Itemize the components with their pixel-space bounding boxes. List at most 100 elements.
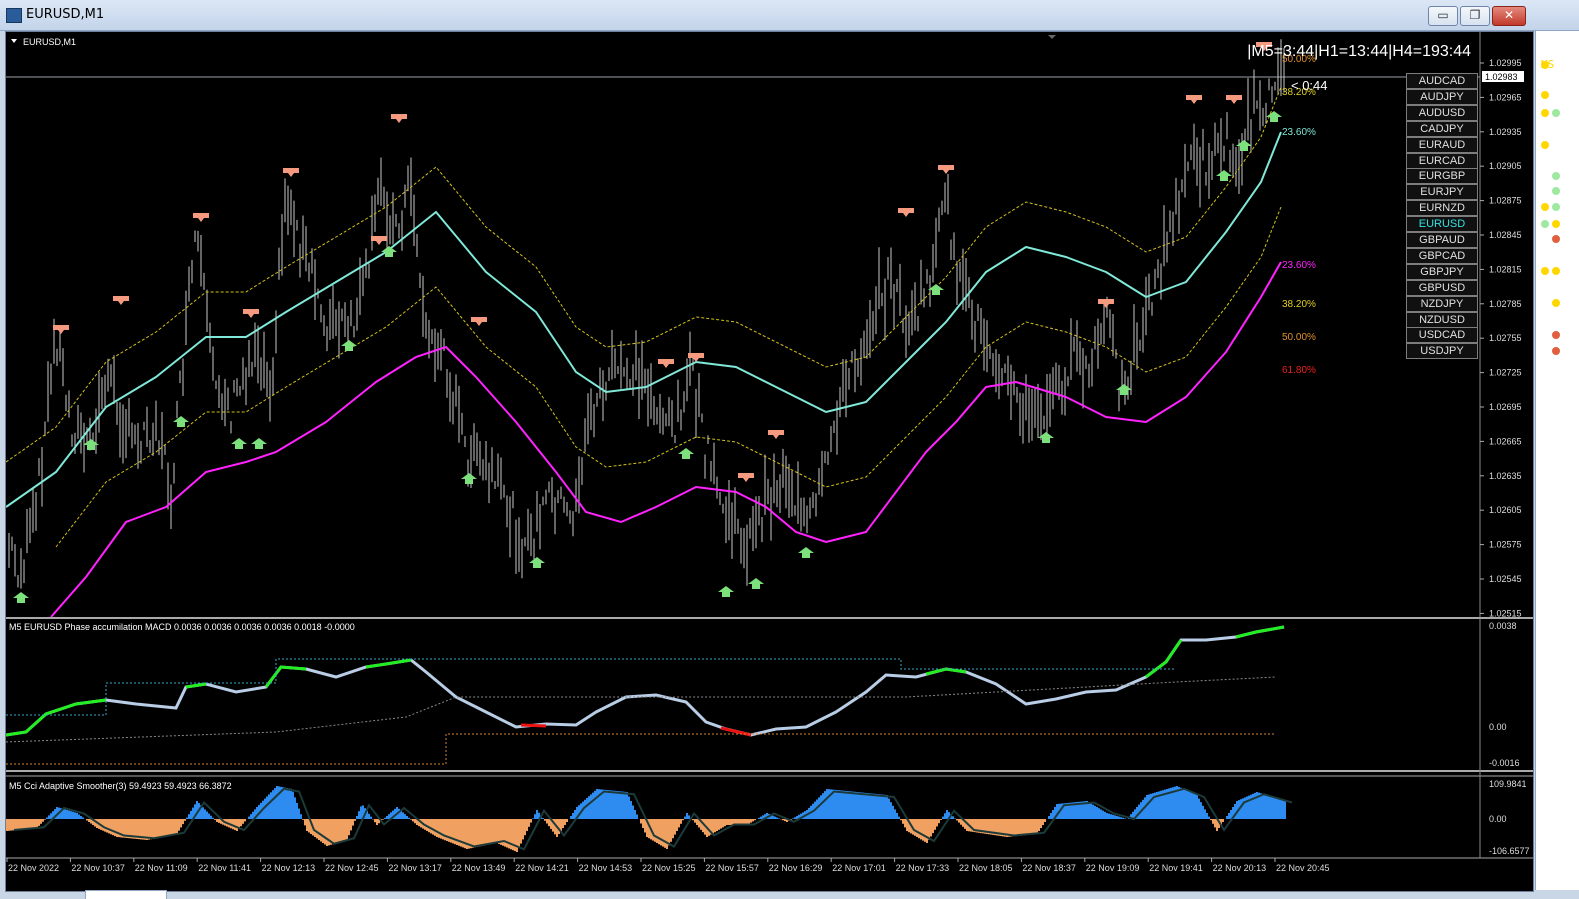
cci-histogram-bar: [748, 819, 750, 824]
cci-histogram-bar: [758, 818, 760, 819]
cci-histogram-bar: [1038, 819, 1040, 831]
cci-histogram-bar: [960, 819, 962, 825]
cci-histogram-bar: [1192, 793, 1194, 819]
cci-histogram-bar: [958, 819, 960, 823]
cci-histogram-bar: [778, 818, 780, 819]
cci-histogram-bar: [560, 819, 562, 831]
band-lower: [56, 207, 1281, 547]
cci-histogram-bar: [1188, 791, 1190, 819]
symbol-button-eurjpy[interactable]: EURJPY: [1406, 184, 1478, 200]
cci-histogram-bar: [618, 791, 620, 819]
sell-arrow-icon: [768, 430, 784, 439]
cci-histogram-bar: [782, 819, 784, 820]
cci-histogram-bar: [894, 809, 896, 819]
macd-up-segment: [6, 700, 106, 735]
cci-histogram-bar: [1260, 793, 1262, 819]
chart-shift-icon[interactable]: [1048, 35, 1056, 39]
cci-histogram-bar: [1102, 811, 1104, 819]
macd-panel[interactable]: 0.00380.00-0.0016: [6, 621, 1520, 768]
cci-histogram-bar: [1208, 817, 1210, 819]
cci-histogram-bar: [904, 819, 906, 827]
cci-histogram-bar: [1178, 787, 1180, 819]
cci-histogram-bar: [944, 813, 946, 819]
chart-area[interactable]: 50.00%38.20%23.60%23.60%38.20%50.00%61.8…: [5, 31, 1534, 892]
chart-canvas[interactable]: 50.00%38.20%23.60%23.60%38.20%50.00%61.8…: [6, 32, 1533, 891]
cci-histogram-bar: [72, 812, 74, 819]
restore-button[interactable]: ❐: [1460, 6, 1490, 26]
cci-histogram-bar: [1026, 819, 1028, 835]
cci-histogram-bar: [166, 819, 168, 836]
symbol-button-eurusd[interactable]: EURUSD: [1406, 216, 1478, 232]
cci-histogram-bar: [1020, 819, 1022, 836]
cci-histogram-bar: [876, 794, 878, 819]
symbol-button-usdcad[interactable]: USDCAD: [1406, 327, 1478, 343]
time-tick-label: 22 Nov 15:25: [642, 863, 696, 873]
macd-up-segment: [1236, 627, 1284, 637]
cci-histogram-bar: [284, 788, 286, 819]
cci-histogram-bar: [828, 789, 830, 819]
cci-histogram-bar: [410, 819, 412, 820]
symbol-button-usdjpy[interactable]: USDJPY: [1406, 343, 1478, 359]
symbol-button-eurcad[interactable]: EURCAD: [1406, 153, 1478, 169]
cci-histogram-bar: [208, 814, 210, 819]
cci-panel[interactable]: 109.98410.00-106.6577: [6, 779, 1530, 856]
symbol-button-gbpjpy[interactable]: GBPJPY: [1406, 264, 1478, 280]
cci-histogram-bar: [684, 817, 686, 819]
signal-dot: [1552, 267, 1560, 275]
cci-histogram-bar: [654, 819, 656, 842]
symbol-button-nzdusd[interactable]: NZDUSD: [1406, 312, 1478, 328]
cci-histogram-bar: [542, 818, 544, 819]
cci-histogram-bar: [870, 793, 872, 819]
sell-arrow-icon: [283, 168, 299, 177]
symbol-button-euraud[interactable]: EURAUD: [1406, 137, 1478, 153]
cci-histogram-bar: [570, 816, 572, 819]
cci-histogram-bar: [1048, 816, 1050, 819]
symbol-button-gbpaud[interactable]: GBPAUD: [1406, 232, 1478, 248]
price-tick-label: 1.02935: [1489, 127, 1522, 137]
cci-histogram-bar: [182, 819, 184, 824]
cci-histogram-bar: [1276, 798, 1278, 819]
cci-histogram-bar: [1282, 800, 1284, 819]
buy-arrow-icon: [251, 438, 267, 449]
cci-histogram-bar: [1122, 818, 1124, 819]
close-button[interactable]: ✕: [1492, 6, 1526, 26]
cci-histogram-bar: [292, 792, 294, 819]
minimize-button[interactable]: ▭: [1428, 6, 1458, 26]
cci-histogram-bar: [720, 819, 722, 829]
cci-histogram-bar: [716, 819, 718, 831]
cci-histogram-bar: [1012, 819, 1014, 836]
symbol-button-audusd[interactable]: AUDUSD: [1406, 105, 1478, 121]
cci-histogram-bar: [14, 819, 16, 830]
cci-histogram-bar: [368, 814, 370, 819]
fib-lower-label: 50.00%: [1282, 332, 1316, 343]
cci-histogram-bar: [548, 819, 550, 826]
buy-arrow-icon: [798, 547, 814, 558]
cci-histogram-bar: [1104, 812, 1106, 819]
symbol-button-eurgbp[interactable]: EURGBP: [1406, 168, 1478, 184]
cci-histogram-bar: [482, 819, 484, 846]
fib-lower-label: 38.20%: [1282, 299, 1316, 310]
symbol-button-gbpcad[interactable]: GBPCAD: [1406, 248, 1478, 264]
cci-histogram-bar: [80, 816, 82, 819]
signal-dot: [1552, 187, 1560, 195]
cci-histogram-bar: [1226, 816, 1228, 819]
cci-histogram-bar: [852, 792, 854, 819]
cci-histogram-bar: [88, 819, 90, 822]
cci-histogram-bar: [272, 790, 274, 819]
symbol-button-nzdjpy[interactable]: NZDJPY: [1406, 296, 1478, 312]
cci-histogram-bar: [1014, 819, 1016, 836]
buy-arrow-icon: [231, 438, 247, 449]
cci-histogram-bar: [922, 819, 924, 841]
price-panel[interactable]: 50.00%38.20%23.60%23.60%38.20%50.00%61.8…: [6, 39, 1480, 617]
symbol-dropdown-icon[interactable]: [11, 39, 17, 43]
cci-histogram-bar: [202, 807, 204, 819]
symbol-button-gbpusd[interactable]: GBPUSD: [1406, 280, 1478, 296]
cci-histogram-bar: [622, 792, 624, 819]
symbol-button-audjpy[interactable]: AUDJPY: [1406, 89, 1478, 105]
symbol-button-cadjpy[interactable]: CADJPY: [1406, 121, 1478, 137]
symbol-button-audcad[interactable]: AUDCAD: [1406, 73, 1478, 89]
cci-histogram-bar: [1148, 794, 1150, 819]
symbol-button-eurnzd[interactable]: EURNZD: [1406, 200, 1478, 216]
cci-histogram-bar: [244, 819, 246, 821]
cci-histogram-bar: [824, 791, 826, 819]
